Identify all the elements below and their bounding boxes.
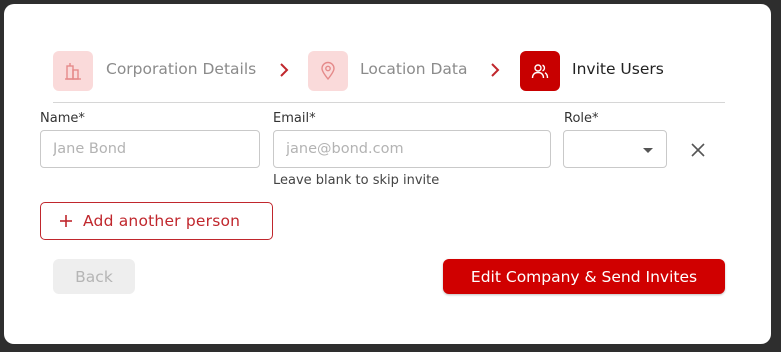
close-icon[interactable] — [689, 141, 707, 159]
stepper-divider — [53, 102, 725, 103]
email-label: Email* — [273, 111, 316, 126]
email-field-wrapper — [273, 130, 551, 168]
role-label: Role* — [564, 111, 599, 126]
plus-icon — [60, 215, 72, 227]
submit-button-label: Edit Company & Send Invites — [470, 267, 698, 286]
chevron-down-icon — [643, 148, 653, 153]
name-input[interactable] — [41, 131, 259, 167]
chevron-right-icon — [280, 63, 289, 77]
email-helper-text: Leave blank to skip invite — [273, 173, 440, 188]
step-corporation-details[interactable]: Corporation Details — [106, 59, 256, 79]
edit-company-send-invites-button[interactable]: Edit Company & Send Invites — [443, 259, 725, 294]
step-invite-users[interactable]: Invite Users — [572, 59, 664, 79]
back-button[interactable]: Back — [53, 259, 135, 294]
name-field-wrapper — [40, 130, 260, 168]
add-another-person-button[interactable]: Add another person — [40, 202, 273, 240]
back-button-label: Back — [75, 267, 113, 286]
building-icon — [53, 51, 93, 91]
email-input[interactable] — [274, 131, 550, 167]
step-location-data[interactable]: Location Data — [360, 59, 468, 79]
add-another-person-label: Add another person — [83, 212, 241, 230]
location-pin-icon — [308, 51, 348, 91]
chevron-right-icon — [491, 63, 500, 77]
name-label: Name* — [40, 111, 85, 126]
users-icon — [520, 51, 560, 91]
